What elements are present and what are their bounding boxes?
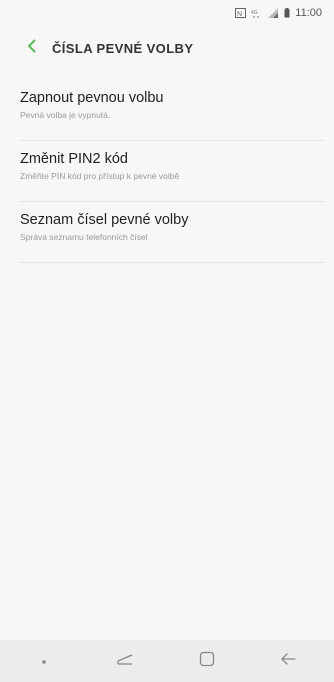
volte-icon: 4G <box>251 8 263 18</box>
nfc-icon: N <box>235 8 247 18</box>
dot-button[interactable] <box>30 647 58 675</box>
back-nav-button[interactable] <box>274 647 302 675</box>
svg-text:N: N <box>237 11 242 18</box>
recent-apps-button[interactable] <box>111 647 139 675</box>
item-title: Změnit PIN2 kód <box>20 151 128 167</box>
list-item-enable-fdn[interactable]: Zapnout pevnou volbu Pevná volba je vypn… <box>20 80 324 141</box>
svg-text:4G: 4G <box>251 10 258 16</box>
item-subtitle: Pevná volba je vypnutá. <box>20 110 111 120</box>
item-title: Zapnout pevnou volbu <box>20 90 164 106</box>
item-title: Seznam čísel pevné volby <box>20 212 189 228</box>
item-subtitle: Změňte PIN kód pro přístup k pevné volbě <box>20 171 180 181</box>
back-button[interactable] <box>12 28 52 68</box>
item-subtitle: Správa seznamu telefonních čísel <box>20 232 148 242</box>
home-icon <box>199 651 215 672</box>
signal-icon <box>268 8 279 18</box>
status-bar: N 4G 11:00 <box>0 0 334 26</box>
recent-apps-icon <box>116 652 134 671</box>
list-item-fdn-list[interactable]: Seznam čísel pevné volby Správa seznamu … <box>20 202 324 263</box>
dot-icon <box>41 652 47 670</box>
app-bar: ČÍSLA PEVNÉ VOLBY <box>0 28 334 68</box>
back-arrow-icon <box>280 652 296 671</box>
page-title: ČÍSLA PEVNÉ VOLBY <box>52 40 194 56</box>
navigation-bar <box>0 640 334 682</box>
chevron-left-icon <box>27 39 37 58</box>
settings-list: Zapnout pevnou volbu Pevná volba je vypn… <box>0 80 334 263</box>
status-time: 11:00 <box>295 7 322 19</box>
list-item-change-pin2[interactable]: Změnit PIN2 kód Změňte PIN kód pro příst… <box>20 141 324 202</box>
battery-icon <box>284 8 290 18</box>
home-button[interactable] <box>193 647 221 675</box>
